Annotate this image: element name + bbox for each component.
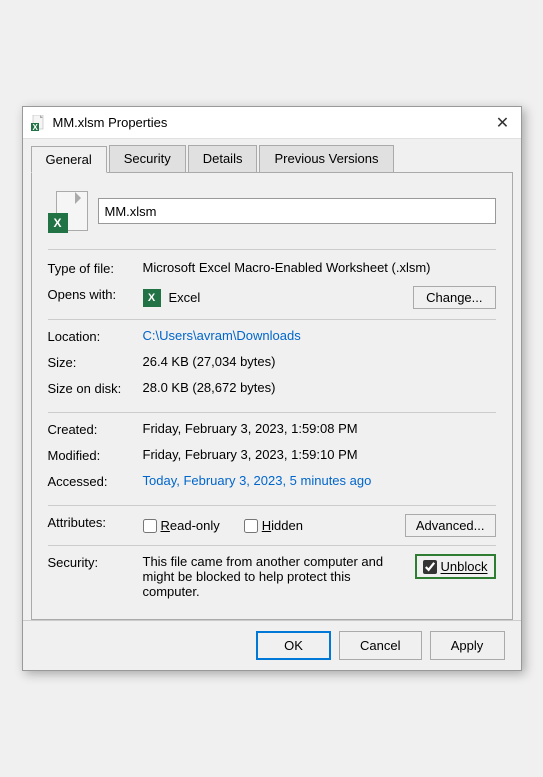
readonly-checkbox-group: Read-only (143, 518, 220, 533)
size-on-disk-value: 28.0 KB (28,672 bytes) (143, 380, 276, 395)
location-value: C:\Users\avram\Downloads (143, 328, 301, 343)
type-of-file-row: Type of file: Microsoft Excel Macro-Enab… (48, 260, 496, 282)
apply-button[interactable]: Apply (430, 631, 505, 660)
modified-value: Friday, February 3, 2023, 1:59:10 PM (143, 447, 358, 462)
security-content: This file came from another computer and… (143, 554, 496, 599)
close-button[interactable]: ✕ (493, 113, 513, 133)
advanced-button[interactable]: Advanced... (405, 514, 496, 537)
readonly-label: Read-only (161, 518, 220, 533)
button-bar: OK Cancel Apply (23, 620, 521, 670)
cancel-button[interactable]: Cancel (339, 631, 421, 660)
general-tab-content: X Type of file: Microsoft Excel Macro-En… (31, 172, 513, 620)
opens-with-row: Opens with: X Excel Change... (48, 286, 496, 309)
excel-icon-letter: X (148, 292, 155, 304)
excel-letter: X (53, 216, 61, 230)
unblock-checkbox-group: Unblock (415, 554, 496, 579)
dates-section: Created: Friday, February 3, 2023, 1:59:… (48, 421, 496, 495)
hidden-label: Hidden (262, 518, 303, 533)
modified-row: Modified: Friday, February 3, 2023, 1:59… (48, 447, 496, 469)
modified-label: Modified: (48, 447, 143, 463)
dialog-title: MM.xlsm Properties (53, 115, 168, 130)
ok-button[interactable]: OK (256, 631, 331, 660)
readonly-checkbox[interactable] (143, 519, 157, 533)
hidden-checkbox-group: Hidden (244, 518, 303, 533)
tab-general[interactable]: General (31, 146, 107, 173)
location-section: Location: C:\Users\avram\Downloads Size:… (48, 328, 496, 402)
type-of-file-label: Type of file: (48, 260, 143, 276)
tab-security[interactable]: Security (109, 145, 186, 172)
accessed-row: Accessed: Today, February 3, 2023, 5 min… (48, 473, 496, 495)
opens-with-app-icon: X (143, 289, 161, 307)
location-row: Location: C:\Users\avram\Downloads (48, 328, 496, 350)
accessed-value: Today, February 3, 2023, 5 minutes ago (143, 473, 372, 488)
accessed-label: Accessed: (48, 473, 143, 489)
type-of-file-value: Microsoft Excel Macro-Enabled Worksheet … (143, 260, 431, 275)
security-label: Security: (48, 554, 143, 570)
change-button[interactable]: Change... (413, 286, 495, 309)
created-value: Friday, February 3, 2023, 1:59:08 PM (143, 421, 358, 436)
hidden-checkbox[interactable] (244, 519, 258, 533)
svg-text:X: X (32, 123, 38, 131)
attributes-row: Attributes: Read-only Hidden Advanced... (48, 514, 496, 537)
file-type-section: Type of file: Microsoft Excel Macro-Enab… (48, 249, 496, 309)
divider-1 (48, 319, 496, 320)
opens-with-row-content: X Excel Change... (143, 286, 496, 309)
filename-row: X (48, 189, 496, 233)
tab-bar: General Security Details Previous Versio… (23, 139, 521, 172)
size-row: Size: 26.4 KB (27,034 bytes) (48, 354, 496, 376)
opens-with-label: Opens with: (48, 286, 143, 302)
unblock-label: Unblock (441, 559, 488, 574)
attributes-controls: Read-only Hidden Advanced... (143, 514, 496, 537)
size-on-disk-row: Size on disk: 28.0 KB (28,672 bytes) (48, 380, 496, 402)
title-bar-file-icon: X (31, 115, 47, 131)
location-label: Location: (48, 328, 143, 344)
attributes-label: Attributes: (48, 514, 143, 530)
unblock-checkbox[interactable] (423, 560, 437, 574)
size-label: Size: (48, 354, 143, 370)
size-on-disk-label: Size on disk: (48, 380, 143, 396)
security-row: Security: This file came from another co… (48, 554, 496, 599)
title-bar-left: X MM.xlsm Properties (31, 115, 168, 131)
created-label: Created: (48, 421, 143, 437)
opens-with-app: Excel (169, 290, 201, 305)
tab-previous-versions[interactable]: Previous Versions (259, 145, 393, 172)
size-value: 26.4 KB (27,034 bytes) (143, 354, 276, 369)
security-text: This file came from another computer and… (143, 554, 407, 599)
properties-dialog: X MM.xlsm Properties ✕ General Security … (22, 106, 522, 671)
file-icon-badge: X (48, 213, 68, 233)
divider-4 (48, 545, 496, 546)
tab-details[interactable]: Details (188, 145, 258, 172)
filename-input[interactable] (98, 198, 496, 224)
divider-2 (48, 412, 496, 413)
divider-3 (48, 505, 496, 506)
title-bar: X MM.xlsm Properties ✕ (23, 107, 521, 139)
file-icon-container: X (48, 189, 88, 233)
created-row: Created: Friday, February 3, 2023, 1:59:… (48, 421, 496, 443)
